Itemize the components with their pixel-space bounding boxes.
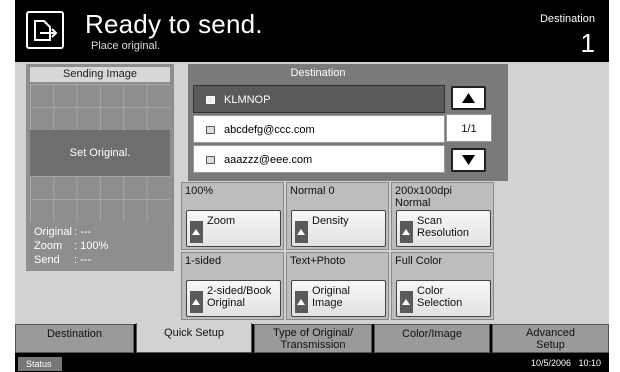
header: Ready to send. Place original. Destinati… [15, 0, 609, 62]
setting-color: Full Color Color Selection [391, 252, 494, 320]
setting-value: Normal 0 [290, 185, 335, 197]
info-original: Original: --- [34, 226, 91, 238]
expand-icon [190, 291, 203, 313]
set-original-message: Set Original. [30, 130, 170, 176]
setting-value: Full Color [395, 255, 443, 267]
zoom-button[interactable]: Zoom [186, 210, 281, 247]
destination-entry-label: aaazzz@eee.com [224, 154, 313, 166]
expand-icon [400, 291, 413, 313]
destination-panel: Destination KLMNOP abcdefg@ccc.com aaazz… [188, 64, 508, 181]
tab-quick-setup[interactable]: Quick Setup [136, 323, 252, 353]
send-icon [26, 11, 64, 49]
up-arrow-icon [462, 93, 475, 103]
device-screen: Ready to send. Place original. Destinati… [15, 0, 609, 372]
sending-image-title: Sending Image [30, 67, 170, 82]
page-indicator: 1/1 [446, 114, 492, 142]
color-selection-button[interactable]: Color Selection [396, 280, 491, 317]
destination-entry-label: KLMNOP [224, 94, 271, 106]
tab-destination[interactable]: Destination [15, 324, 134, 353]
tab-bar: Destination Quick Setup Type of Original… [15, 323, 609, 353]
info-key: Send [34, 254, 60, 266]
destination-entry[interactable]: KLMNOP [193, 85, 445, 113]
info-value: : --- [74, 226, 92, 238]
info-value: : --- [74, 254, 92, 266]
setting-label: Density [312, 215, 349, 227]
status-button[interactable]: Status [18, 357, 62, 371]
main-panel: Sending Image Set Original. Original: --… [15, 62, 609, 324]
setting-zoom: 100% Zoom [181, 182, 284, 250]
setting-original-image: Text+Photo Original Image [286, 252, 389, 320]
info-key: Original [34, 226, 72, 238]
info-send: Send : --- [34, 254, 91, 266]
info-zoom: Zoom : 100% [34, 240, 108, 252]
setting-label: Color Selection [417, 285, 463, 309]
destination-entry[interactable]: aaazzz@eee.com [193, 145, 445, 173]
expand-icon [295, 291, 308, 313]
status-subtitle: Place original. [91, 40, 161, 52]
setting-label: 2-sided/Book Original [207, 285, 272, 309]
setting-label: Original Image [312, 285, 350, 309]
destination-count-label: Destination [539, 13, 595, 25]
destination-count: 1 [580, 28, 595, 58]
setting-value: 1-sided [185, 255, 222, 267]
email-icon [206, 156, 215, 164]
contact-icon [206, 96, 215, 104]
info-key: Zoom [34, 240, 63, 252]
email-icon [206, 126, 215, 134]
status-bar: Status 10/5/2006 10:10 [15, 356, 609, 372]
original-image-button[interactable]: Original Image [291, 280, 386, 317]
expand-icon [295, 221, 308, 243]
density-button[interactable]: Density [291, 210, 386, 247]
setting-value: 200x100dpi Normal [395, 185, 452, 209]
setting-label: Zoom [207, 215, 236, 227]
setting-value: 100% [185, 185, 214, 197]
destination-panel-title: Destination [290, 67, 346, 79]
setting-scan-resolution: 200x100dpi Normal Scan Resolution [391, 182, 494, 250]
tab-type-of-original[interactable]: Type of Original/ Transmission [254, 324, 372, 353]
original-sides-button[interactable]: 2-sided/Book Original [186, 280, 281, 317]
tab-color-image[interactable]: Color/Image [374, 324, 490, 353]
tab-advanced-setup[interactable]: Advanced Setup [492, 324, 609, 353]
scan-resolution-button[interactable]: Scan Resolution [396, 210, 491, 247]
scroll-up-button[interactable] [451, 86, 486, 110]
expand-icon [190, 221, 203, 243]
scroll-down-button[interactable] [451, 148, 486, 172]
destination-entry[interactable]: abcdefg@ccc.com [193, 115, 445, 143]
status-title: Ready to send. [85, 9, 263, 39]
setting-original: 1-sided 2-sided/Book Original [181, 252, 284, 320]
setting-value: Text+Photo [290, 255, 346, 267]
setting-label: Scan Resolution [417, 215, 469, 239]
down-arrow-icon [462, 155, 475, 165]
expand-icon [400, 221, 413, 243]
sending-image-panel: Sending Image Set Original. Original: --… [26, 64, 174, 271]
info-value: : 100% [74, 240, 109, 252]
date-time: 10/5/2006 10:10 [530, 358, 601, 368]
destination-entry-label: abcdefg@ccc.com [224, 124, 315, 136]
setting-density: Normal 0 Density [286, 182, 389, 250]
